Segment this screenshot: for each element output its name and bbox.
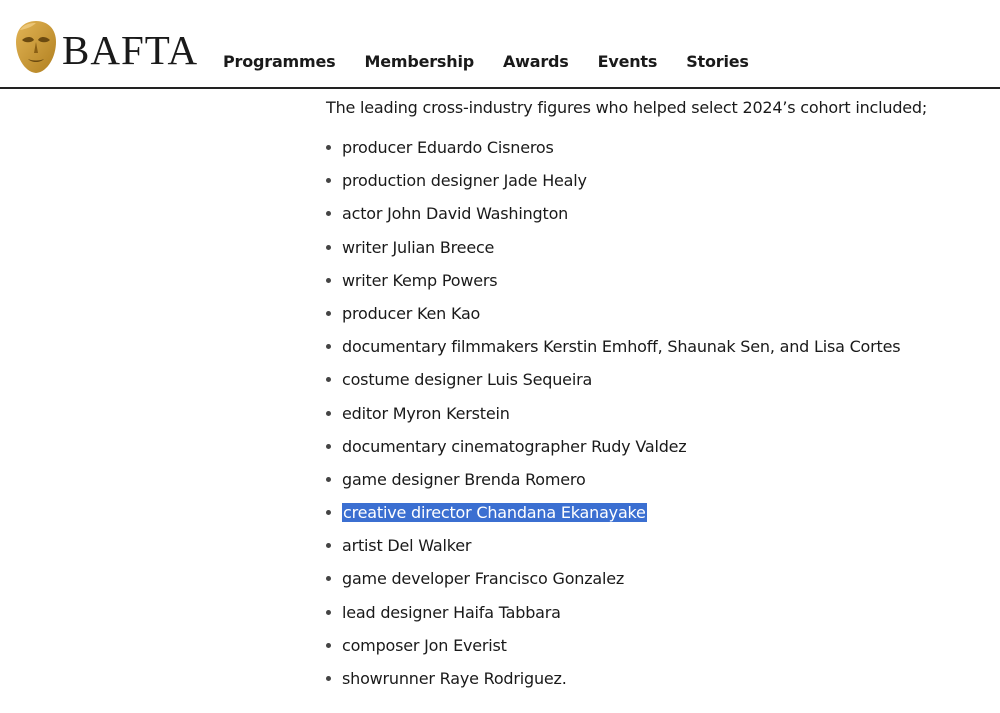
nav-stories[interactable]: Stories: [686, 52, 749, 71]
list-item-text: actor John David Washington: [342, 204, 569, 224]
bullet-icon: [326, 510, 331, 516]
list-item-text: producer Eduardo Cisneros: [342, 138, 554, 157]
bafta-logo[interactable]: BAFTA: [14, 20, 198, 74]
list-item-text: game designer Brenda Romero: [342, 469, 586, 489]
list-item-text: production designer Jade Healy: [342, 171, 587, 191]
bullet-icon: [326, 244, 331, 250]
bullet-icon: [326, 676, 331, 681]
list-item-text: lead designer Haifa Tabbara: [342, 602, 561, 622]
bullet-icon: [326, 178, 331, 184]
list-item-text: game developer Francisco Gonzalez: [342, 569, 625, 589]
nav-programmes[interactable]: Programmes: [223, 52, 336, 71]
list-item: documentary cinematographer Rudy Valdez: [326, 436, 986, 469]
bullet-icon: [326, 443, 331, 449]
intro-paragraph: The leading cross-industry figures who h…: [326, 98, 928, 117]
list-item: lead designer Haifa Tabbara: [326, 602, 986, 635]
list-item: game designer Brenda Romero: [326, 469, 986, 502]
list-item: writer Julian Breece: [326, 237, 986, 270]
nav-membership[interactable]: Membership: [364, 52, 474, 71]
nav-events[interactable]: Events: [598, 52, 658, 71]
list-item-text: costume designer Luis Sequeira: [342, 370, 593, 390]
bullet-icon: [326, 609, 331, 615]
list-item: producer Ken Kao: [326, 303, 986, 336]
list-item: production designer Jade Healy: [326, 170, 986, 203]
list-item-text: producer Ken Kao: [342, 303, 481, 323]
list-item: editor Myron Kerstein: [326, 403, 986, 436]
list-item: artist Del Walker: [326, 535, 986, 568]
bullet-icon: [326, 277, 331, 283]
bullet-icon: [326, 543, 331, 549]
list-item-text: editor Myron Kerstein: [342, 403, 510, 423]
list-item: documentary filmmakers Kerstin Emhoff, S…: [326, 336, 986, 369]
list-item: game developer Francisco Gonzalez: [326, 568, 986, 601]
bullet-icon: [326, 310, 331, 316]
selected-text[interactable]: creative director Chandana Ekanayake: [342, 503, 647, 523]
list-item: producer Eduardo Cisneros: [326, 137, 986, 170]
list-item-text: showrunner Raye Rodriguez.: [342, 669, 567, 688]
list-item-text: writer Julian Breece: [342, 237, 495, 257]
list-item-text: artist Del Walker: [342, 536, 472, 556]
list-item-text: writer Kemp Powers: [342, 270, 498, 290]
list-item: writer Kemp Powers: [326, 270, 986, 303]
bullet-icon: [326, 476, 331, 482]
bullet-icon: [326, 410, 331, 416]
site-header: BAFTA Programmes Membership Awards Event…: [0, 0, 1000, 89]
bullet-icon: [326, 642, 331, 648]
list-item: composer Jon Everist: [326, 635, 986, 668]
bullet-icon: [326, 344, 331, 350]
main-nav: Programmes Membership Awards Events Stor…: [223, 52, 778, 71]
list-item: showrunner Raye Rodriguez.: [326, 668, 986, 701]
bullet-icon: [326, 211, 331, 217]
bafta-mask-icon: [16, 21, 56, 73]
article-body: The leading cross-industry figures who h…: [326, 97, 986, 701]
list-item: actor John David Washington: [326, 203, 986, 236]
list-item-text: composer Jon Everist: [342, 635, 507, 655]
list-item: costume designer Luis Sequeira: [326, 369, 986, 402]
list-item: creative director Chandana Ekanayake: [326, 502, 986, 535]
bullet-icon: [326, 377, 331, 383]
list-item-text: documentary cinematographer Rudy Valdez: [342, 436, 687, 456]
bullet-icon: [326, 145, 331, 150]
selectors-list: producer Eduardo Cisneros production des…: [326, 137, 986, 701]
bullet-icon: [326, 576, 331, 582]
nav-awards[interactable]: Awards: [503, 52, 569, 71]
brand-name: BAFTA: [62, 26, 199, 73]
list-item-text: documentary filmmakers Kerstin Emhoff, S…: [342, 337, 901, 357]
